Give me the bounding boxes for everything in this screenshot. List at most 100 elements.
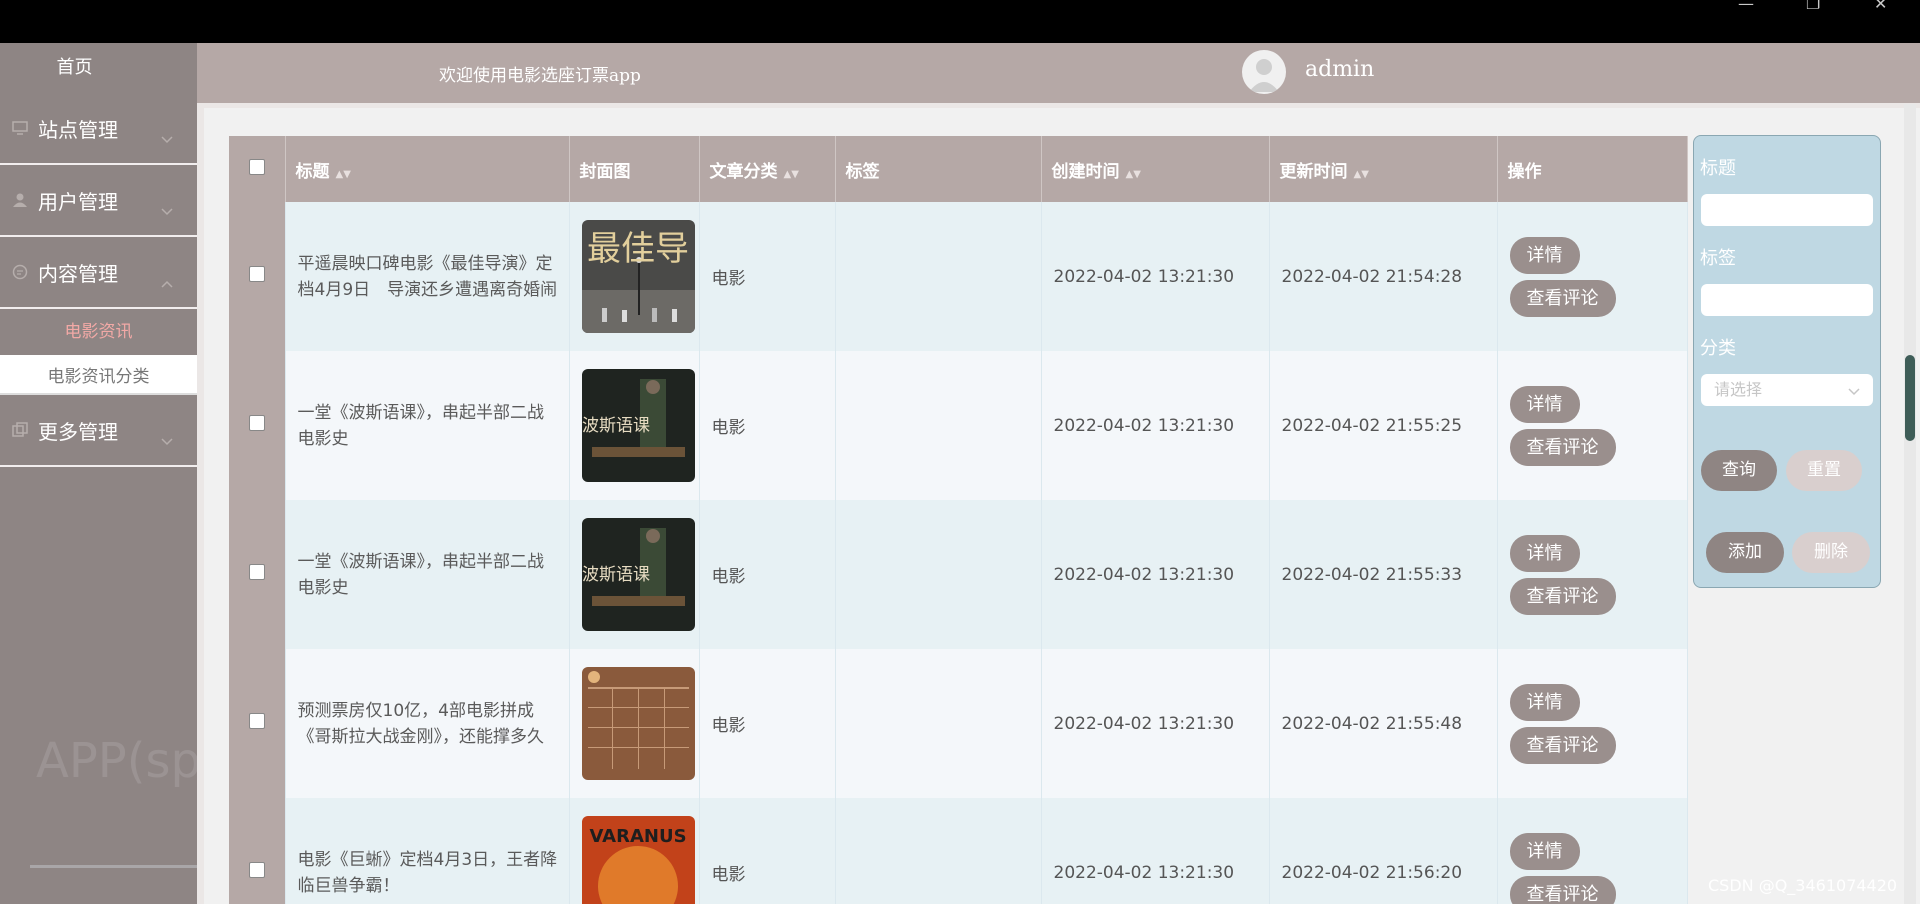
divider — [30, 865, 197, 868]
window-titlebar: — ❐ ✕ — [0, 0, 1920, 43]
view-comments-button[interactable]: 查看评论 — [1509, 875, 1616, 904]
sidebar-item-users[interactable]: 用户管理 — [0, 165, 197, 237]
row-title: 一堂《波斯语课》，串起半部二战电影史 — [297, 402, 545, 449]
minimize-icon[interactable]: — — [1738, 0, 1754, 12]
cover-image: 最佳导 — [581, 220, 695, 333]
add-button[interactable]: 添加 — [1706, 532, 1784, 573]
cover-text: 波斯语课 — [582, 416, 650, 436]
row-checkbox[interactable] — [248, 415, 265, 431]
sort-icon[interactable]: ▲▼ — [1126, 169, 1141, 180]
sidebar-item-home[interactable]: 首页 — [0, 43, 197, 93]
filter-title-input[interactable] — [1701, 194, 1873, 226]
row-tag — [835, 202, 1042, 351]
detail-button[interactable]: 详情 — [1509, 385, 1580, 423]
checkbox[interactable] — [248, 158, 265, 175]
scrollbar-thumb[interactable] — [1905, 355, 1915, 441]
row-updated: 2022-04-02 21:55:48 — [1269, 649, 1498, 798]
sidebar: 首页 站点管理 用户管理 内容管理 电影资讯 电影资讯分类 更多管理 APP(s… — [0, 43, 197, 904]
user-icon — [12, 192, 28, 208]
cover-image: VARANUS — [581, 816, 695, 904]
query-button[interactable]: 查询 — [1701, 450, 1777, 491]
row-updated: 2022-04-02 21:55:25 — [1269, 351, 1498, 500]
view-comments-button[interactable]: 查看评论 — [1509, 726, 1616, 764]
column-header-updated[interactable]: 更新时间 ▲▼ — [1269, 136, 1498, 202]
row-checkbox[interactable] — [248, 862, 265, 878]
row-checkbox-cell[interactable] — [229, 202, 286, 351]
cover-image — [581, 667, 695, 780]
welcome-title: 欢迎使用电影选座订票app — [439, 66, 641, 86]
cover-image: 波斯语课 — [581, 369, 695, 482]
row-checkbox[interactable] — [248, 564, 265, 580]
column-label: 标题 — [295, 161, 330, 182]
background-watermark: APP(spring — [36, 733, 197, 789]
table-row: 平遥晨映口碑电影《最佳导演》定档4月9日 导演还乡遭遇离奇婚闹 最佳导 电影 2… — [229, 202, 1688, 351]
sidebar-item-label: 用户管理 — [38, 189, 118, 214]
column-label: 标签 — [845, 161, 880, 182]
detail-button[interactable]: 详情 — [1509, 534, 1580, 572]
row-created: 2022-04-02 13:21:30 — [1041, 500, 1270, 649]
filter-tag-label: 标签 — [1700, 248, 1736, 269]
filter-title-label: 标题 — [1700, 158, 1736, 179]
column-label: 文章分类 — [709, 161, 778, 182]
reset-button[interactable]: 重置 — [1786, 450, 1862, 491]
delete-button[interactable]: 删除 — [1792, 532, 1870, 573]
row-category: 电影 — [699, 202, 836, 351]
row-checkbox-cell[interactable] — [229, 649, 286, 798]
row-checkbox-cell[interactable] — [229, 798, 286, 904]
sidebar-subitem-movie-news[interactable]: 电影资讯 — [0, 309, 197, 355]
row-updated: 2022-04-02 21:56:20 — [1269, 798, 1498, 904]
column-header-category[interactable]: 文章分类 ▲▼ — [699, 136, 836, 202]
column-header-title[interactable]: 标题 ▲▼ — [285, 136, 570, 202]
copy-icon — [12, 422, 28, 438]
row-created: 2022-04-02 13:21:30 — [1041, 202, 1270, 351]
sort-icon[interactable]: ▲▼ — [1354, 169, 1369, 180]
scrollbar[interactable] — [1904, 104, 1916, 904]
detail-button[interactable]: 详情 — [1509, 236, 1580, 274]
detail-button[interactable]: 详情 — [1509, 832, 1580, 870]
row-checkbox-cell[interactable] — [229, 500, 286, 649]
row-checkbox[interactable] — [248, 713, 265, 729]
table-row: 电影《巨蜥》定档4月3日，王者降临巨兽争霸！ VARANUS 电影 2022-0… — [229, 798, 1688, 904]
sidebar-item-label: 内容管理 — [38, 261, 118, 286]
chevron-down-icon — [161, 125, 173, 149]
sidebar-item-more[interactable]: 更多管理 — [0, 395, 197, 467]
view-comments-button[interactable]: 查看评论 — [1509, 428, 1616, 466]
close-icon[interactable]: ✕ — [1874, 0, 1887, 12]
sort-icon[interactable]: ▲▼ — [784, 169, 799, 180]
sidebar-item-label: 站点管理 — [38, 117, 118, 142]
view-comments-button[interactable]: 查看评论 — [1509, 279, 1616, 317]
filter-category-select[interactable]: 请选择 — [1701, 374, 1873, 406]
table-row: 预测票房仅10亿，4部电影拼成《哥斯拉大战金刚》，还能撑多久 电影 2022-0… — [229, 649, 1688, 798]
select-all-checkbox[interactable] — [229, 136, 286, 202]
column-header-created[interactable]: 创建时间 ▲▼ — [1041, 136, 1270, 202]
monitor-icon — [12, 120, 28, 136]
username[interactable]: admin — [1305, 57, 1374, 82]
chevron-down-icon — [161, 427, 173, 451]
column-header-actions: 操作 — [1497, 136, 1688, 202]
news-table: 标题 ▲▼ 封面图 文章分类 ▲▼ 标签 创建时间 ▲▼ 更新时间 ▲▼ 操作 平遥晨映… — [229, 136, 1688, 904]
row-checkbox-cell[interactable] — [229, 351, 286, 500]
row-category: 电影 — [699, 798, 836, 904]
sidebar-item-site[interactable]: 站点管理 — [0, 93, 197, 165]
column-header-tag: 标签 — [835, 136, 1042, 202]
filter-tag-input[interactable] — [1701, 284, 1873, 316]
cover-text: 最佳导 — [587, 229, 689, 269]
restore-icon[interactable]: ❐ — [1806, 0, 1820, 12]
select-placeholder: 请选择 — [1714, 380, 1763, 399]
avatar[interactable] — [1242, 50, 1286, 94]
detail-button[interactable]: 详情 — [1509, 683, 1580, 721]
row-created: 2022-04-02 13:21:30 — [1041, 351, 1270, 500]
row-title: 电影《巨蜥》定档4月3日，王者降临巨兽争霸！ — [297, 849, 558, 896]
cover-image: 波斯语课 — [581, 518, 695, 631]
chevron-down-icon — [1847, 380, 1861, 412]
column-label: 操作 — [1507, 161, 1542, 182]
sidebar-item-content[interactable]: 内容管理 — [0, 237, 197, 309]
filter-panel: 标题 标签 分类 请选择 查询 重置 添加 删除 — [1693, 135, 1881, 588]
cover-text: VARANUS — [589, 826, 686, 847]
sort-icon[interactable]: ▲▼ — [336, 169, 351, 180]
sidebar-subitem-movie-news-category[interactable]: 电影资讯分类 — [0, 355, 197, 395]
view-comments-button[interactable]: 查看评论 — [1509, 577, 1616, 615]
row-checkbox[interactable] — [248, 266, 265, 282]
top-header: 欢迎使用电影选座订票app admin — [197, 43, 1920, 103]
column-label: 更新时间 — [1279, 161, 1348, 182]
